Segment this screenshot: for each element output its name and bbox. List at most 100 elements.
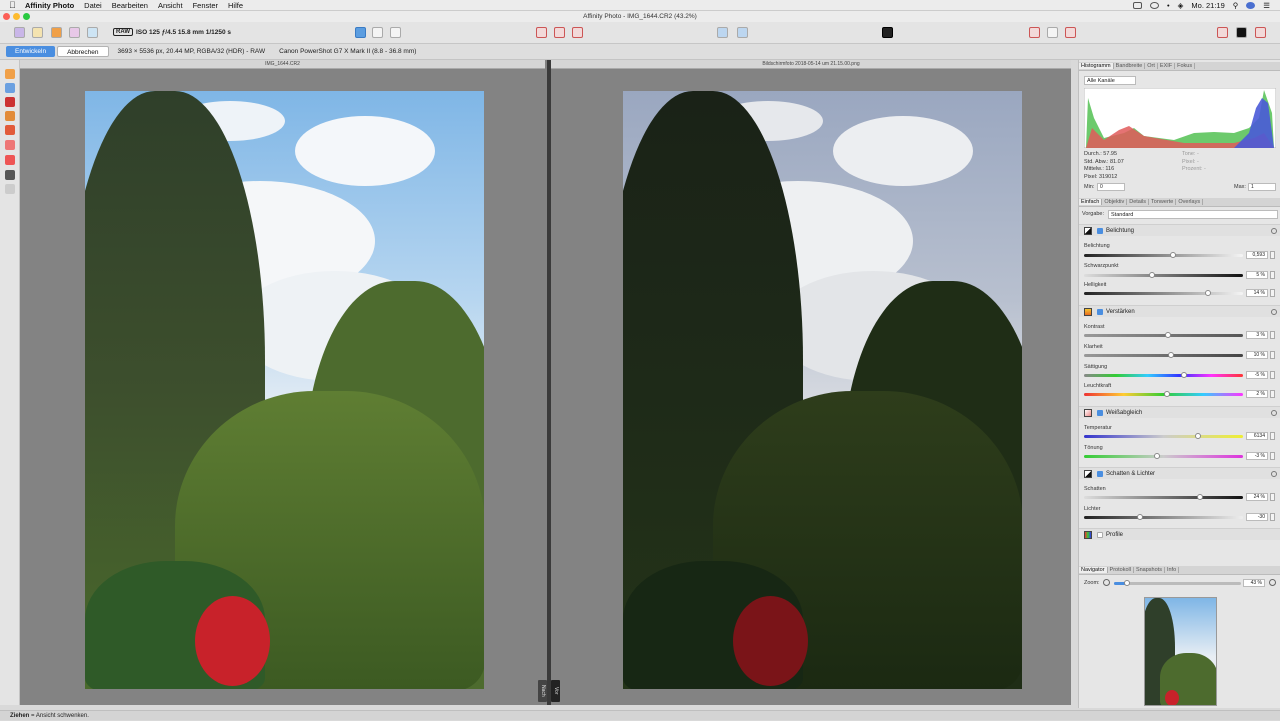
menu-item-view[interactable]: Ansicht bbox=[158, 1, 183, 10]
screen-icon[interactable] bbox=[1132, 1, 1142, 9]
tab-navigator[interactable]: Navigator bbox=[1079, 567, 1108, 573]
reset-icon[interactable] bbox=[1271, 471, 1277, 477]
menu-item-file[interactable]: Datei bbox=[84, 1, 102, 10]
minimize-window-button[interactable] bbox=[13, 13, 20, 20]
contrast-slider[interactable] bbox=[1084, 332, 1243, 338]
reset-icon[interactable] bbox=[1271, 410, 1277, 416]
slider-knob[interactable] bbox=[1163, 391, 1170, 397]
view-split-icon[interactable] bbox=[372, 27, 383, 38]
slider-value[interactable]: 5 % bbox=[1246, 271, 1268, 279]
zoom-window-button[interactable] bbox=[23, 13, 30, 20]
wifi-icon[interactable]: ◈ bbox=[1178, 1, 1184, 10]
exposure-checkbox[interactable] bbox=[1097, 227, 1103, 234]
after-label-tab[interactable]: Nach bbox=[538, 680, 547, 702]
zoom-value[interactable]: 43 % bbox=[1243, 579, 1265, 587]
apple-icon[interactable]:  bbox=[9, 1, 17, 10]
tab-overlays[interactable]: Overlays bbox=[1176, 199, 1204, 205]
temperature-slider[interactable] bbox=[1084, 433, 1243, 439]
photo-before[interactable] bbox=[623, 91, 1022, 689]
section-enhance[interactable]: Verstärken bbox=[1079, 305, 1280, 317]
stepper[interactable] bbox=[1270, 390, 1275, 398]
min-input[interactable]: 0 bbox=[1097, 183, 1125, 191]
photo-persona-icon[interactable] bbox=[14, 27, 25, 38]
color-picker-icon[interactable] bbox=[1217, 27, 1228, 38]
stepper[interactable] bbox=[1270, 351, 1275, 359]
slider-value[interactable]: -30 bbox=[1246, 513, 1268, 521]
menu-app-name[interactable]: Affinity Photo bbox=[25, 1, 74, 10]
stepper[interactable] bbox=[1270, 432, 1275, 440]
overlay-erase-tool-icon[interactable] bbox=[5, 140, 15, 150]
tab-basic[interactable]: Einfach bbox=[1079, 199, 1103, 205]
blemish-tool-icon[interactable] bbox=[5, 111, 15, 121]
canvas-area[interactable]: IMG_1644.CR2 Bildschirmfoto 2018-05-14 u… bbox=[20, 60, 1071, 705]
stepper[interactable] bbox=[1270, 513, 1275, 521]
white-balance-tool-icon[interactable] bbox=[5, 184, 15, 194]
assistant-icon[interactable] bbox=[717, 27, 728, 38]
stepper[interactable] bbox=[1270, 331, 1275, 339]
tab-lens[interactable]: Objektiv bbox=[1102, 199, 1128, 205]
preset-select[interactable]: Standard bbox=[1108, 210, 1278, 219]
white-balance-checkbox[interactable] bbox=[1097, 409, 1103, 416]
color-swatch-icon[interactable] bbox=[1236, 27, 1247, 38]
stepper[interactable] bbox=[1270, 289, 1275, 297]
menu-item-help[interactable]: Hilfe bbox=[228, 1, 243, 10]
navigator-thumbnail[interactable] bbox=[1144, 597, 1217, 706]
highlights-slider[interactable] bbox=[1084, 514, 1243, 520]
section-profile[interactable]: Profile bbox=[1079, 528, 1280, 540]
tab-scope[interactable]: Bandbreite bbox=[1114, 63, 1146, 69]
clipping-midtones-icon[interactable] bbox=[554, 27, 565, 38]
crop-tool-icon[interactable] bbox=[5, 170, 15, 180]
profile-checkbox[interactable] bbox=[1097, 531, 1103, 538]
gradient-overlay-tool-icon[interactable] bbox=[5, 155, 15, 165]
slider-value[interactable]: 6134 bbox=[1246, 432, 1268, 440]
vibrance-slider[interactable] bbox=[1084, 391, 1243, 397]
slider-value[interactable]: 10 % bbox=[1246, 351, 1268, 359]
time-machine-icon[interactable] bbox=[1149, 1, 1159, 9]
stepper[interactable] bbox=[1270, 452, 1275, 460]
reset-icon[interactable] bbox=[1271, 228, 1277, 234]
enhance-checkbox[interactable] bbox=[1097, 308, 1103, 315]
search-icon[interactable]: ⚲ bbox=[1233, 1, 1239, 10]
bluetooth-icon[interactable]: • bbox=[1167, 1, 1170, 10]
slider-value[interactable]: 24 % bbox=[1246, 493, 1268, 501]
menu-item-window[interactable]: Fenster bbox=[193, 1, 218, 10]
slider-knob[interactable] bbox=[1170, 252, 1177, 258]
tab-info[interactable]: Info bbox=[1165, 567, 1180, 573]
tab-details[interactable]: Details bbox=[1127, 199, 1150, 205]
brightness-slider[interactable] bbox=[1084, 290, 1243, 296]
section-white-balance[interactable]: Weißabgleich bbox=[1079, 406, 1280, 418]
tab-exif[interactable]: EXIF bbox=[1158, 63, 1176, 69]
view-mirror-icon[interactable] bbox=[390, 27, 401, 38]
stepper[interactable] bbox=[1270, 371, 1275, 379]
zoom-in-icon[interactable] bbox=[1269, 579, 1276, 586]
slider-value[interactable]: 2 % bbox=[1246, 390, 1268, 398]
stepper[interactable] bbox=[1270, 251, 1275, 259]
arrow-icon[interactable] bbox=[1047, 27, 1058, 38]
slider-value[interactable]: 14 % bbox=[1246, 289, 1268, 297]
grid-icon[interactable] bbox=[1029, 27, 1040, 38]
user-icon[interactable] bbox=[1246, 1, 1256, 9]
exposure-slider[interactable] bbox=[1084, 252, 1243, 258]
max-input[interactable]: 1 bbox=[1248, 183, 1276, 191]
tab-focus[interactable]: Fokus bbox=[1175, 63, 1196, 69]
slider-knob[interactable] bbox=[1195, 433, 1202, 439]
menu-list-icon[interactable]: ☰ bbox=[1263, 1, 1270, 10]
photo-after[interactable] bbox=[85, 91, 484, 689]
tab-snapshots[interactable]: Snapshots bbox=[1134, 567, 1165, 573]
slider-knob[interactable] bbox=[1123, 580, 1130, 586]
section-exposure[interactable]: Belichtung bbox=[1079, 224, 1280, 236]
export-persona-icon[interactable] bbox=[87, 27, 98, 38]
zoom-tool-icon[interactable] bbox=[5, 83, 15, 93]
tab-histogram[interactable]: Histogramm bbox=[1079, 63, 1114, 69]
tab-tones[interactable]: Tonwerte bbox=[1149, 199, 1177, 205]
slider-knob[interactable] bbox=[1154, 453, 1161, 459]
red-eye-tool-icon[interactable] bbox=[5, 97, 15, 107]
liquify-persona-icon[interactable] bbox=[32, 27, 43, 38]
clipping-highlights-icon[interactable] bbox=[536, 27, 547, 38]
develop-button[interactable]: Entwickeln bbox=[6, 46, 56, 57]
slider-knob[interactable] bbox=[1168, 352, 1175, 358]
slider-value[interactable]: 3 % bbox=[1246, 331, 1268, 339]
tone-mapping-persona-icon[interactable] bbox=[69, 27, 80, 38]
mask-icon[interactable] bbox=[882, 27, 893, 38]
slider-knob[interactable] bbox=[1165, 332, 1172, 338]
